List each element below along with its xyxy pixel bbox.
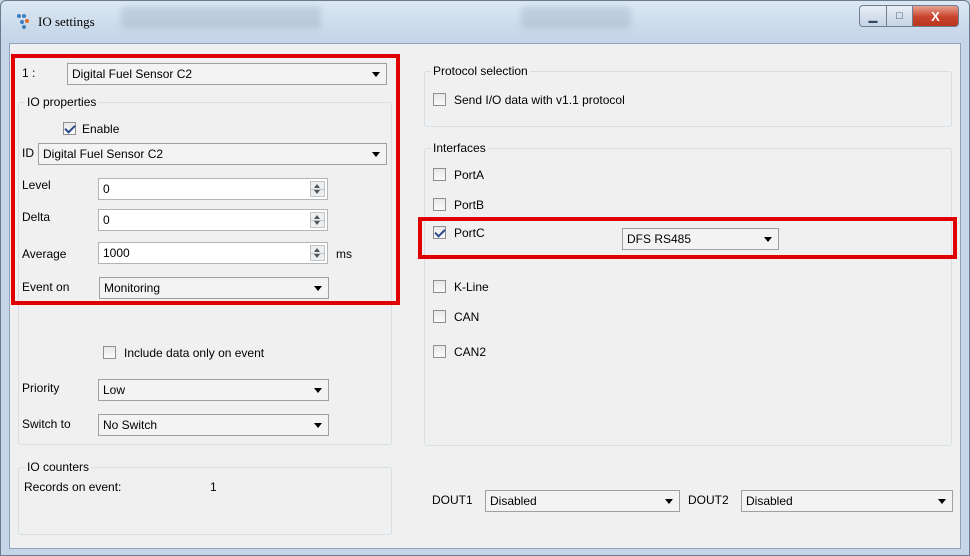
minimize-icon: ▁	[868, 10, 878, 23]
chevron-down-icon	[314, 388, 322, 393]
protocol-selection-title: Protocol selection	[431, 64, 530, 78]
window-title: IO settings	[38, 14, 95, 29]
highlight-portc	[418, 217, 957, 259]
close-icon: X	[931, 8, 940, 24]
porta-label: PortA	[454, 168, 485, 182]
dout1-value: Disabled	[490, 494, 537, 508]
background-window-ghost	[521, 7, 631, 29]
priority-value: Low	[103, 383, 126, 397]
include-data-checkbox[interactable]	[103, 346, 116, 359]
portb-label: PortB	[454, 198, 485, 212]
switch-to-value: No Switch	[103, 418, 158, 432]
kline-label: K-Line	[454, 280, 489, 294]
app-icon	[17, 14, 29, 29]
can2-label: CAN2	[454, 345, 487, 359]
dialog-client-area: 1 : Digital Fuel Sensor C2 IO properties…	[9, 43, 961, 549]
include-data-label: Include data only on event	[124, 346, 265, 360]
interfaces-title: Interfaces	[431, 141, 488, 155]
io-counters-group: IO counters	[18, 460, 392, 535]
can-label: CAN	[454, 310, 480, 324]
portb-checkbox[interactable]	[433, 198, 446, 211]
background-window-ghost	[121, 7, 321, 29]
priority-dropdown[interactable]: Low	[98, 379, 329, 401]
io-settings-window: IO settings ▁ □ X 1 : Digital Fuel Senso…	[0, 0, 970, 556]
kline-checkbox[interactable]	[433, 280, 446, 293]
close-button[interactable]: X	[913, 5, 959, 27]
can-checkbox[interactable]	[433, 310, 446, 323]
dout1-dropdown[interactable]: Disabled	[485, 490, 680, 512]
dout1-label: DOUT1	[432, 493, 473, 507]
can2-checkbox[interactable]	[433, 345, 446, 358]
porta-checkbox[interactable]	[433, 168, 446, 181]
dout2-label: DOUT2	[688, 493, 729, 507]
dout2-value: Disabled	[746, 494, 793, 508]
title-bar[interactable]: IO settings ▁ □ X	[1, 1, 969, 41]
chevron-down-icon	[314, 423, 322, 428]
highlight-io-properties	[11, 54, 400, 305]
minimize-button[interactable]: ▁	[859, 5, 887, 27]
chevron-down-icon	[665, 499, 673, 504]
send-v11-label: Send I/O data with v1.1 protocol	[454, 93, 625, 107]
switch-to-dropdown[interactable]: No Switch	[98, 414, 329, 436]
maximize-icon: □	[896, 10, 903, 22]
priority-label: Priority	[22, 381, 60, 395]
chevron-down-icon	[938, 499, 946, 504]
maximize-button[interactable]: □	[887, 5, 913, 27]
interfaces-group: Interfaces	[424, 141, 952, 446]
switch-to-label: Switch to	[22, 417, 71, 431]
records-on-event-label: Records on event:	[24, 480, 122, 494]
send-v11-checkbox[interactable]	[433, 93, 446, 106]
dout2-dropdown[interactable]: Disabled	[741, 490, 953, 512]
io-counters-title: IO counters	[25, 460, 92, 474]
window-controls: ▁ □ X	[859, 5, 959, 27]
records-on-event-value: 1	[210, 480, 217, 494]
